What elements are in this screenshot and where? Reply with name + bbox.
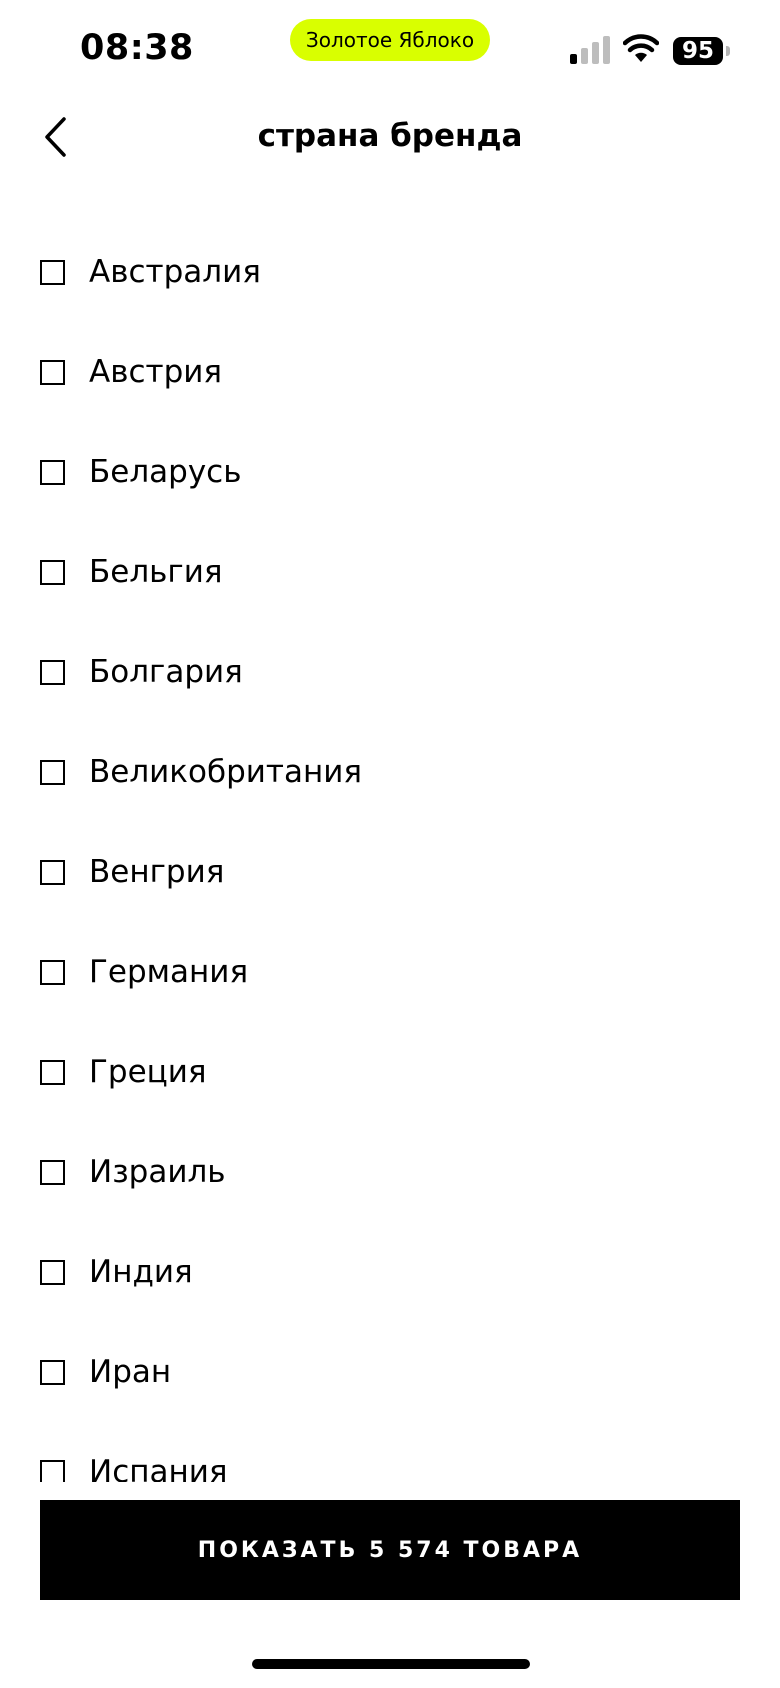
page-title: страна бренда [257,118,523,154]
checkbox[interactable] [40,859,65,885]
checkbox[interactable] [40,659,65,685]
checkbox[interactable] [40,259,65,285]
checkbox[interactable] [40,359,65,385]
list-item-spain[interactable]: Испания [40,1442,228,1482]
wifi-icon [623,34,659,62]
item-label: Иран [89,1354,172,1390]
list-item-greece[interactable]: Греция [40,1042,207,1102]
item-label: Индия [89,1254,193,1290]
status-time: 08:38 [80,28,194,68]
item-label: Великобритания [89,754,363,790]
item-label: Австралия [89,254,261,290]
signal-icon [570,36,610,64]
list-item-austria[interactable]: Австрия [40,342,222,402]
checkbox[interactable] [40,1459,65,1482]
show-results-button[interactable]: ПОКАЗАТЬ 5 574 ТОВАРА [40,1500,740,1600]
item-label: Беларусь [89,454,242,490]
checkbox[interactable] [40,459,65,485]
checkbox[interactable] [40,559,65,585]
battery-tip [726,46,730,56]
list-item-israel[interactable]: Израиль [40,1142,226,1202]
checkbox[interactable] [40,1059,65,1085]
app-indicator-pill[interactable]: Золотое Яблоко [290,19,490,61]
checkbox[interactable] [40,1159,65,1185]
checkbox[interactable] [40,1359,65,1385]
checkbox[interactable] [40,759,65,785]
screen: 08:38 Золотое Яблоко 95 страна бренда Ав… [0,0,780,1688]
list-item-great-britain[interactable]: Великобритания [40,742,362,802]
item-label: Болгария [89,654,243,690]
list-item-iran[interactable]: Иран [40,1342,171,1402]
app-name: Золотое Яблоко [305,28,475,52]
item-label: Греция [89,1054,207,1090]
item-label: Испания [89,1454,228,1482]
list-item-india[interactable]: Индия [40,1242,193,1302]
home-indicator[interactable] [252,1659,530,1669]
list-item-belarus[interactable]: Беларусь [40,442,242,502]
item-label: Германия [89,954,249,990]
item-label: Венгрия [89,854,225,890]
item-label: Австрия [89,354,223,390]
list-item-germany[interactable]: Германия [40,942,248,1002]
checkbox[interactable] [40,1259,65,1285]
list-item-hungary[interactable]: Венгрия [40,842,224,902]
list-item-bulgaria[interactable]: Болгария [40,642,243,702]
battery-level: 95 [681,38,714,64]
list-item-australia[interactable]: Австралия [40,242,261,302]
checkbox[interactable] [40,959,65,985]
battery-icon: 95 [673,37,723,65]
country-list[interactable]: Австралия Австрия Беларусь Бельгия Болга… [0,220,780,1482]
item-label: Бельгия [89,554,223,590]
show-results-label: ПОКАЗАТЬ 5 574 ТОВАРА [197,1537,583,1563]
item-label: Израиль [89,1154,226,1190]
list-item-belgium[interactable]: Бельгия [40,542,223,602]
